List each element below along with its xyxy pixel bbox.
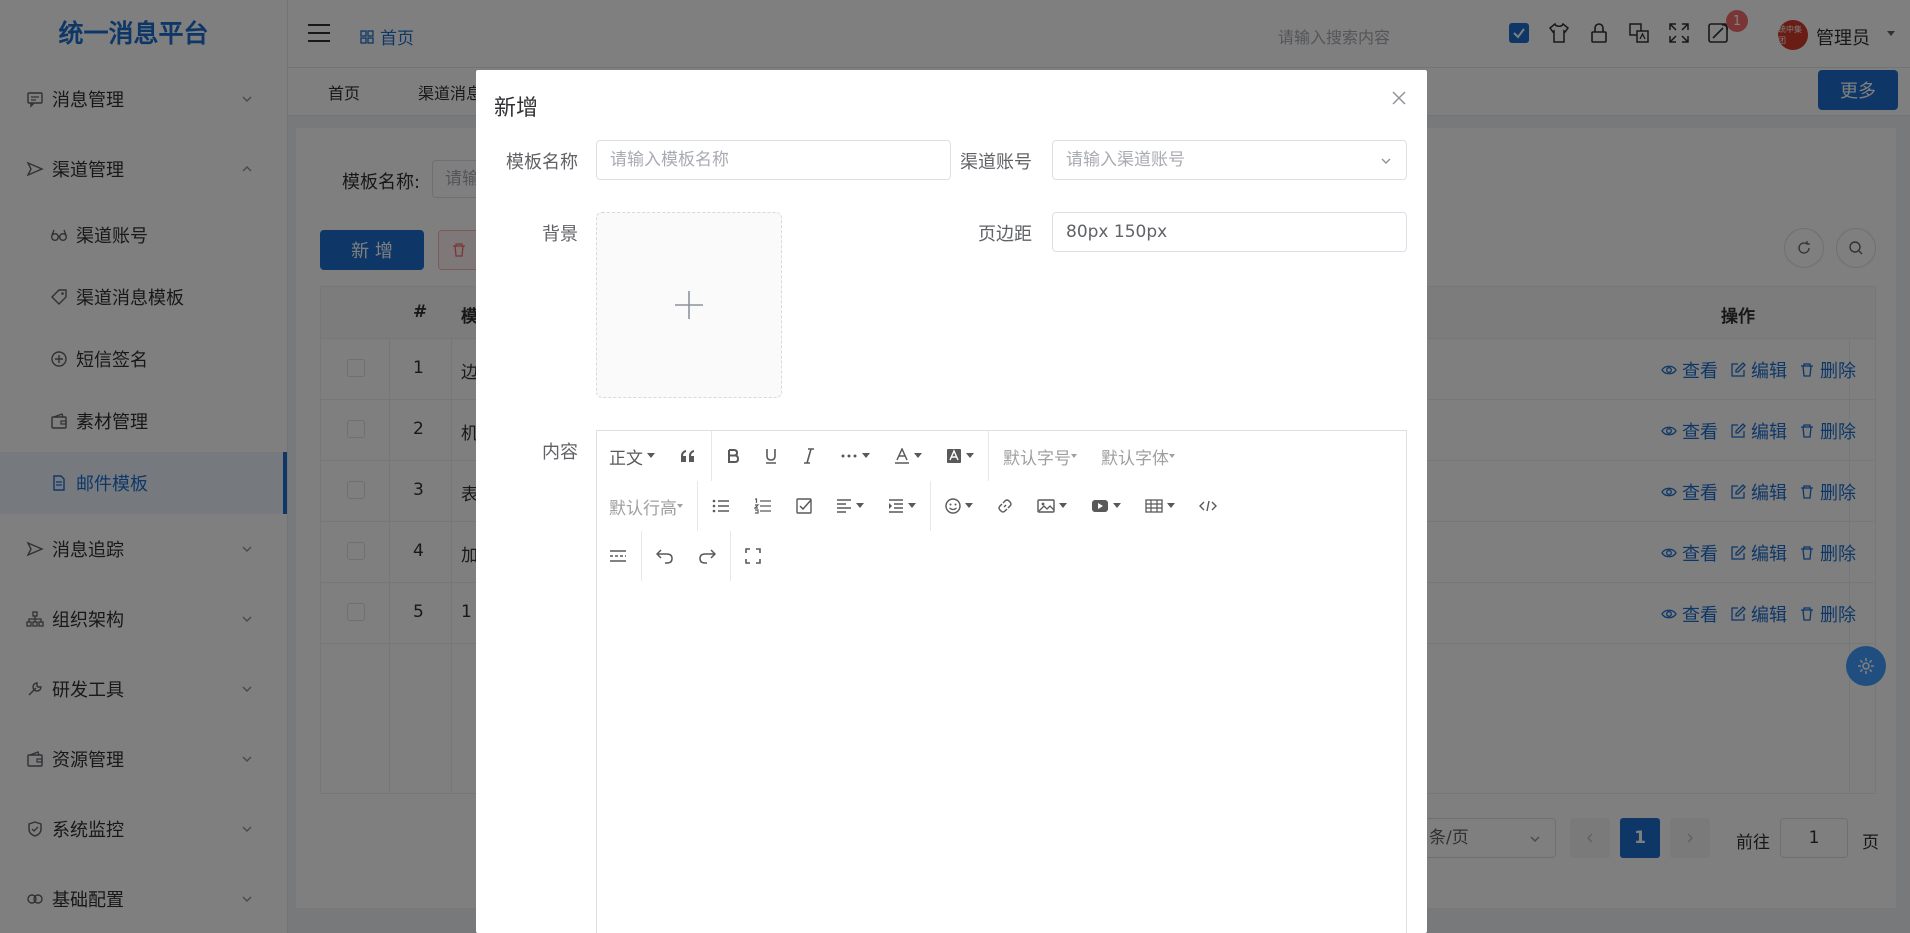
toolbar-divider: [988, 431, 989, 481]
background-upload[interactable]: [596, 212, 782, 398]
channel-account-placeholder: 请输入渠道账号: [1066, 150, 1185, 170]
link-icon[interactable]: [985, 481, 1025, 531]
background-color-icon[interactable]: [934, 431, 986, 481]
margin-label: 页边距: [978, 224, 1032, 245]
caret-down-icon: [965, 503, 973, 509]
plus-icon: [673, 289, 705, 321]
more-styles-icon[interactable]: [828, 431, 882, 481]
caret-down-icon: [856, 503, 864, 509]
toolbar-divider: [697, 481, 698, 531]
video-icon[interactable]: [1079, 481, 1133, 531]
image-icon[interactable]: [1025, 481, 1079, 531]
toolbar-divider: [930, 481, 931, 531]
emoji-icon[interactable]: [933, 481, 985, 531]
caret-down-icon: [966, 453, 974, 459]
font-family-label: 默认字体: [1101, 448, 1169, 469]
indent-icon[interactable]: [876, 481, 928, 531]
caret-down-icon: [908, 503, 916, 509]
toolbar-divider: [711, 431, 712, 481]
editor-content-area[interactable]: [597, 581, 1406, 933]
bullet-list-icon[interactable]: [700, 481, 742, 531]
paragraph-select[interactable]: 正文: [597, 431, 667, 481]
add-template-dialog: 新增 模板名称 请输入模板名称 渠道账号 请输入渠道账号 背景 页边距 80px…: [476, 70, 1427, 933]
editor-toolbar-row: 正文 默认字号 默认字体: [597, 431, 1187, 481]
channel-account-label: 渠道账号: [960, 152, 1032, 173]
editor-toolbar-row: 默认行高: [597, 481, 1229, 531]
divider-line-icon[interactable]: [597, 531, 639, 581]
redo-icon[interactable]: [686, 531, 728, 581]
font-color-icon[interactable]: [882, 431, 934, 481]
fullscreen-icon[interactable]: [733, 531, 773, 581]
caret-down-icon: [914, 453, 922, 459]
font-size-select[interactable]: 默认字号: [991, 431, 1089, 481]
dialog-title: 新增: [494, 96, 539, 121]
caret-down-icon: [1071, 453, 1077, 459]
code-icon[interactable]: [1187, 481, 1229, 531]
template-name-input[interactable]: 请输入模板名称: [596, 140, 951, 180]
channel-account-select[interactable]: 请输入渠道账号: [1052, 140, 1407, 180]
align-icon[interactable]: [824, 481, 876, 531]
toolbar-divider: [730, 531, 731, 581]
caret-down-icon: [1167, 503, 1175, 509]
font-family-select[interactable]: 默认字体: [1089, 431, 1187, 481]
undo-icon[interactable]: [644, 531, 686, 581]
toolbar-divider: [641, 531, 642, 581]
chevron-down-icon: [1380, 155, 1392, 167]
caret-down-icon: [862, 453, 870, 459]
font-size-label: 默认字号: [1003, 448, 1071, 469]
editor-toolbar-row: [597, 531, 773, 581]
content-label: 内容: [542, 442, 578, 463]
line-height-select[interactable]: 默认行高: [597, 481, 695, 531]
caret-down-icon: [677, 503, 683, 509]
caret-down-icon: [1113, 503, 1121, 509]
caret-down-icon: [1059, 503, 1067, 509]
background-label: 背景: [542, 224, 578, 245]
todo-list-icon[interactable]: [784, 481, 824, 531]
close-icon[interactable]: [1391, 90, 1407, 106]
caret-down-icon: [1169, 453, 1175, 459]
underline-icon[interactable]: [752, 431, 790, 481]
template-name-label: 模板名称: [506, 152, 578, 173]
bold-icon[interactable]: [714, 431, 752, 481]
margin-input[interactable]: 80px 150px: [1052, 212, 1407, 252]
rich-text-editor[interactable]: 正文 默认字号 默认字体 默认行高: [596, 430, 1407, 933]
caret-down-icon: [647, 453, 655, 459]
quote-icon[interactable]: [667, 431, 709, 481]
line-height-label: 默认行高: [609, 498, 677, 519]
table-icon[interactable]: [1133, 481, 1187, 531]
numbered-list-icon[interactable]: [742, 481, 784, 531]
italic-icon[interactable]: [790, 431, 828, 481]
paragraph-label: 正文: [609, 448, 643, 469]
